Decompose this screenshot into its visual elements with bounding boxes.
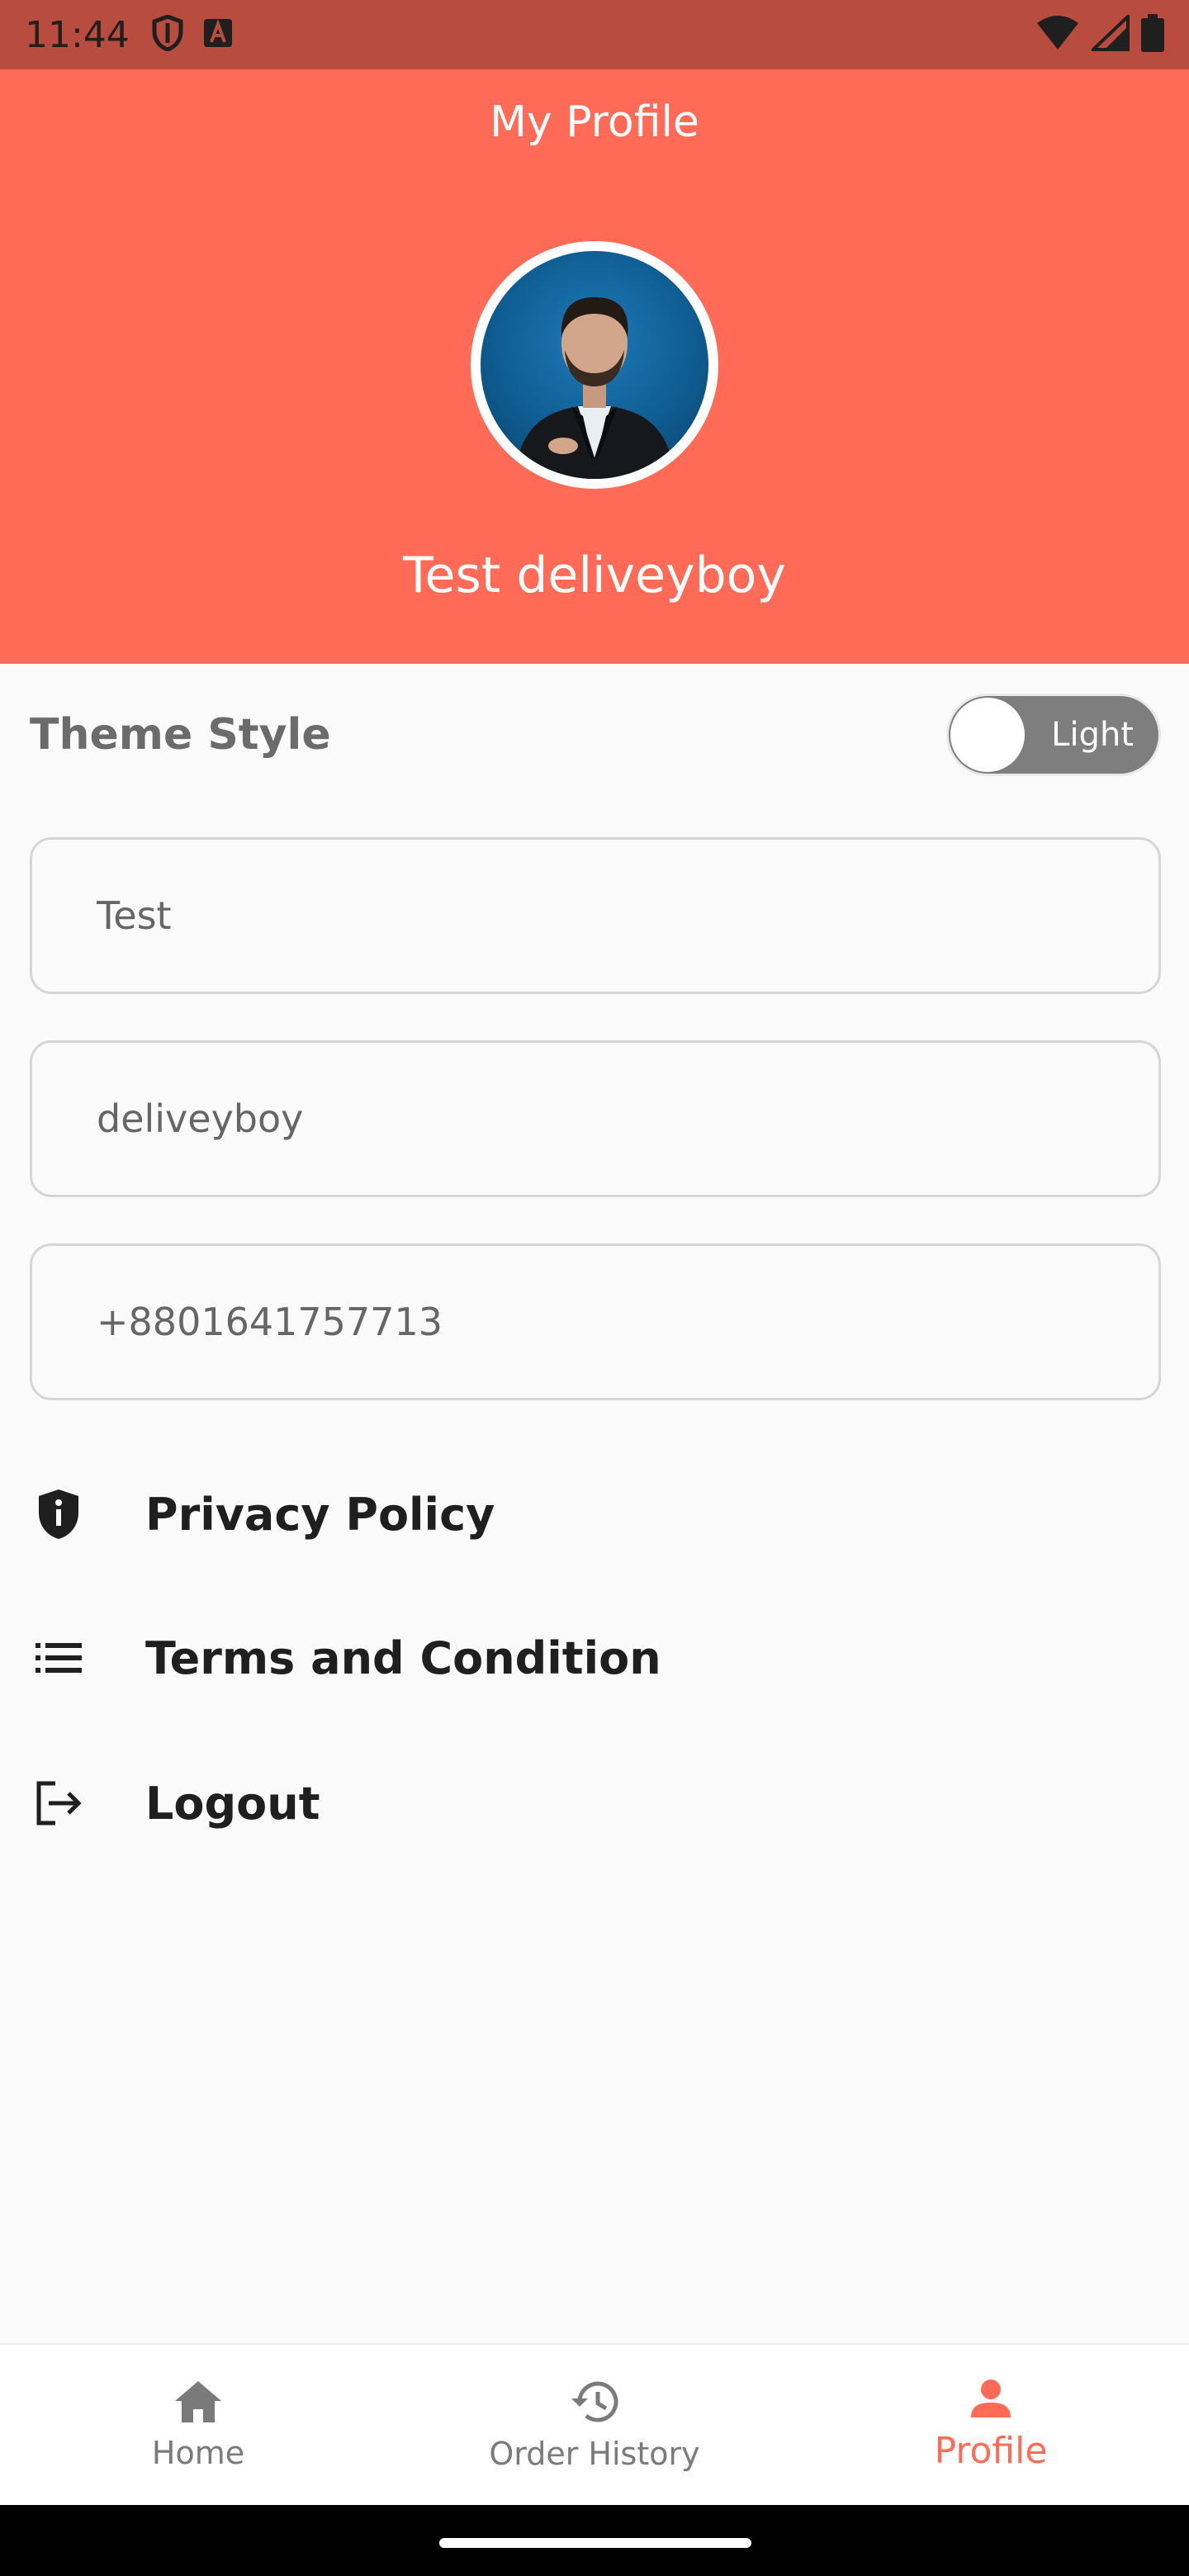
profile-name: Test deliveyboy <box>403 547 786 604</box>
first-name-input[interactable] <box>97 893 1158 938</box>
theme-style-row: Theme Style Light <box>30 694 1161 776</box>
menu-item-logout[interactable]: Logout <box>30 1754 1161 1853</box>
menu-item-privacy-policy[interactable]: Privacy Policy <box>30 1465 1161 1564</box>
shield-info-icon <box>30 1485 88 1543</box>
theme-style-label: Theme Style <box>30 710 331 760</box>
nav-profile-label: Profile <box>934 2430 1048 2472</box>
app-notification-icon <box>202 17 234 53</box>
signal-icon <box>1089 12 1130 55</box>
last-name-input[interactable] <box>97 1096 1158 1141</box>
system-navigation-bar <box>0 2505 1189 2576</box>
home-icon <box>173 2379 223 2428</box>
bottom-navigation: Home Order History Profile <box>0 2343 1189 2505</box>
nav-profile[interactable]: Profile <box>793 2345 1189 2505</box>
last-name-field[interactable] <box>30 1040 1161 1197</box>
menu-label: Terms and Condition <box>145 1631 661 1684</box>
nav-order-history[interactable]: Order History <box>396 2345 793 2505</box>
avatar-photo <box>481 251 708 479</box>
theme-toggle-text: Light <box>1051 716 1134 754</box>
status-time: 11:44 <box>25 13 130 56</box>
menu-item-terms[interactable]: Terms and Condition <box>30 1608 1161 1707</box>
nav-order-history-label: Order History <box>489 2435 700 2472</box>
avatar[interactable] <box>471 241 718 489</box>
shield-status-icon <box>151 13 184 55</box>
menu-label: Logout <box>145 1777 320 1830</box>
history-icon <box>568 2379 621 2429</box>
home-indicator[interactable] <box>439 2538 751 2548</box>
phone-field[interactable] <box>30 1243 1161 1400</box>
nav-home[interactable]: Home <box>0 2345 396 2505</box>
first-name-field[interactable] <box>30 837 1161 994</box>
toggle-knob <box>950 698 1025 772</box>
logout-icon <box>30 1774 88 1832</box>
phone-input[interactable] <box>97 1300 1158 1344</box>
menu-label: Privacy Policy <box>145 1488 495 1541</box>
person-icon <box>968 2378 1014 2423</box>
status-bar: 11:44 <box>0 0 1189 69</box>
profile-header: My Profile Test deliveyboy <box>0 69 1189 664</box>
page-title: My Profile <box>490 97 699 147</box>
theme-toggle[interactable]: Light <box>946 694 1161 776</box>
wifi-icon <box>1035 15 1080 55</box>
list-icon <box>30 1629 88 1687</box>
battery-icon <box>1141 13 1164 56</box>
nav-home-label: Home <box>151 2434 245 2471</box>
